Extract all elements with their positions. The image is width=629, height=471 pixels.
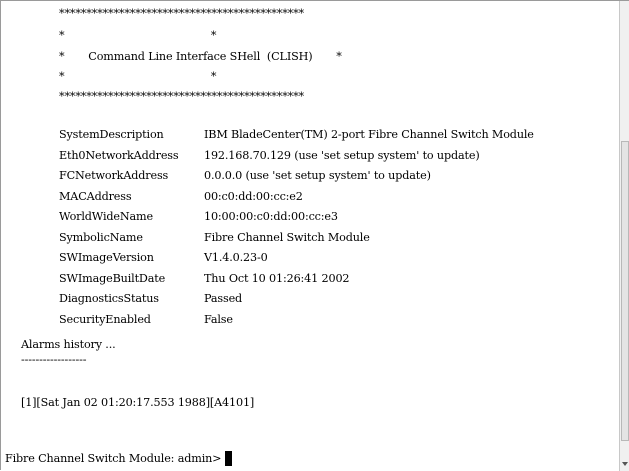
text-cursor xyxy=(225,450,233,466)
info-value: False xyxy=(204,312,233,326)
info-value: Thu Oct 10 01:26:41 2002 xyxy=(204,271,350,285)
terminal-window[interactable]: ****************************************… xyxy=(0,0,629,471)
prompt-text: Fibre Channel Switch Module: admin> xyxy=(5,451,222,465)
scroll-down-arrow-icon[interactable] xyxy=(620,459,629,469)
info-key: SWImageVersion xyxy=(59,251,154,264)
info-key: MACAddress xyxy=(59,189,132,203)
vertical-scrollbar[interactable] xyxy=(619,1,629,471)
command-prompt-line[interactable]: Fibre Channel Switch Module: admin> xyxy=(5,450,233,466)
scrollbar-thumb[interactable] xyxy=(621,141,629,441)
info-value: V1.4.0.23-0 xyxy=(204,251,268,264)
terminal-output[interactable]: ****************************************… xyxy=(1,1,619,471)
info-value: Passed xyxy=(204,292,243,305)
alarms-heading: Alarms history ... xyxy=(21,338,116,351)
info-value: 00:c0:dd:00:cc:e2 xyxy=(204,189,303,203)
info-key: FCNetworkAddress xyxy=(59,169,169,182)
banner-bottom-border: ****************************************… xyxy=(59,90,304,103)
banner-top-border: ****************************************… xyxy=(59,7,304,20)
info-key: SystemDescription xyxy=(59,128,164,141)
info-key: SymbolicName xyxy=(59,230,143,244)
banner-blank-line-1: * * xyxy=(59,29,217,42)
info-value: 0.0.0.0 (use 'set setup system' to updat… xyxy=(204,169,431,182)
info-value: Fibre Channel Switch Module xyxy=(204,230,370,244)
alarms-underline: ------------------ xyxy=(21,353,87,366)
info-value: 192.168.70.129 (use 'set setup system' t… xyxy=(204,148,480,162)
info-key: SecurityEnabled xyxy=(59,312,151,326)
banner-title-line: * Command Line Interface SHell (CLISH) * xyxy=(59,50,342,63)
info-value: IBM BladeCenter(TM) 2-port Fibre Channel… xyxy=(204,128,534,141)
info-key: Eth0NetworkAddress xyxy=(59,148,179,162)
info-key: SWImageBuiltDate xyxy=(59,271,166,285)
info-key: WorldWideName xyxy=(59,210,153,223)
info-key: DiagnosticsStatus xyxy=(59,292,159,305)
alarm-entry: [1][Sat Jan 02 01:20:17.553 1988][A4101] xyxy=(21,396,255,409)
banner-blank-line-2: * * xyxy=(59,70,217,83)
info-value: 10:00:00:c0:dd:00:cc:e3 xyxy=(204,210,338,223)
